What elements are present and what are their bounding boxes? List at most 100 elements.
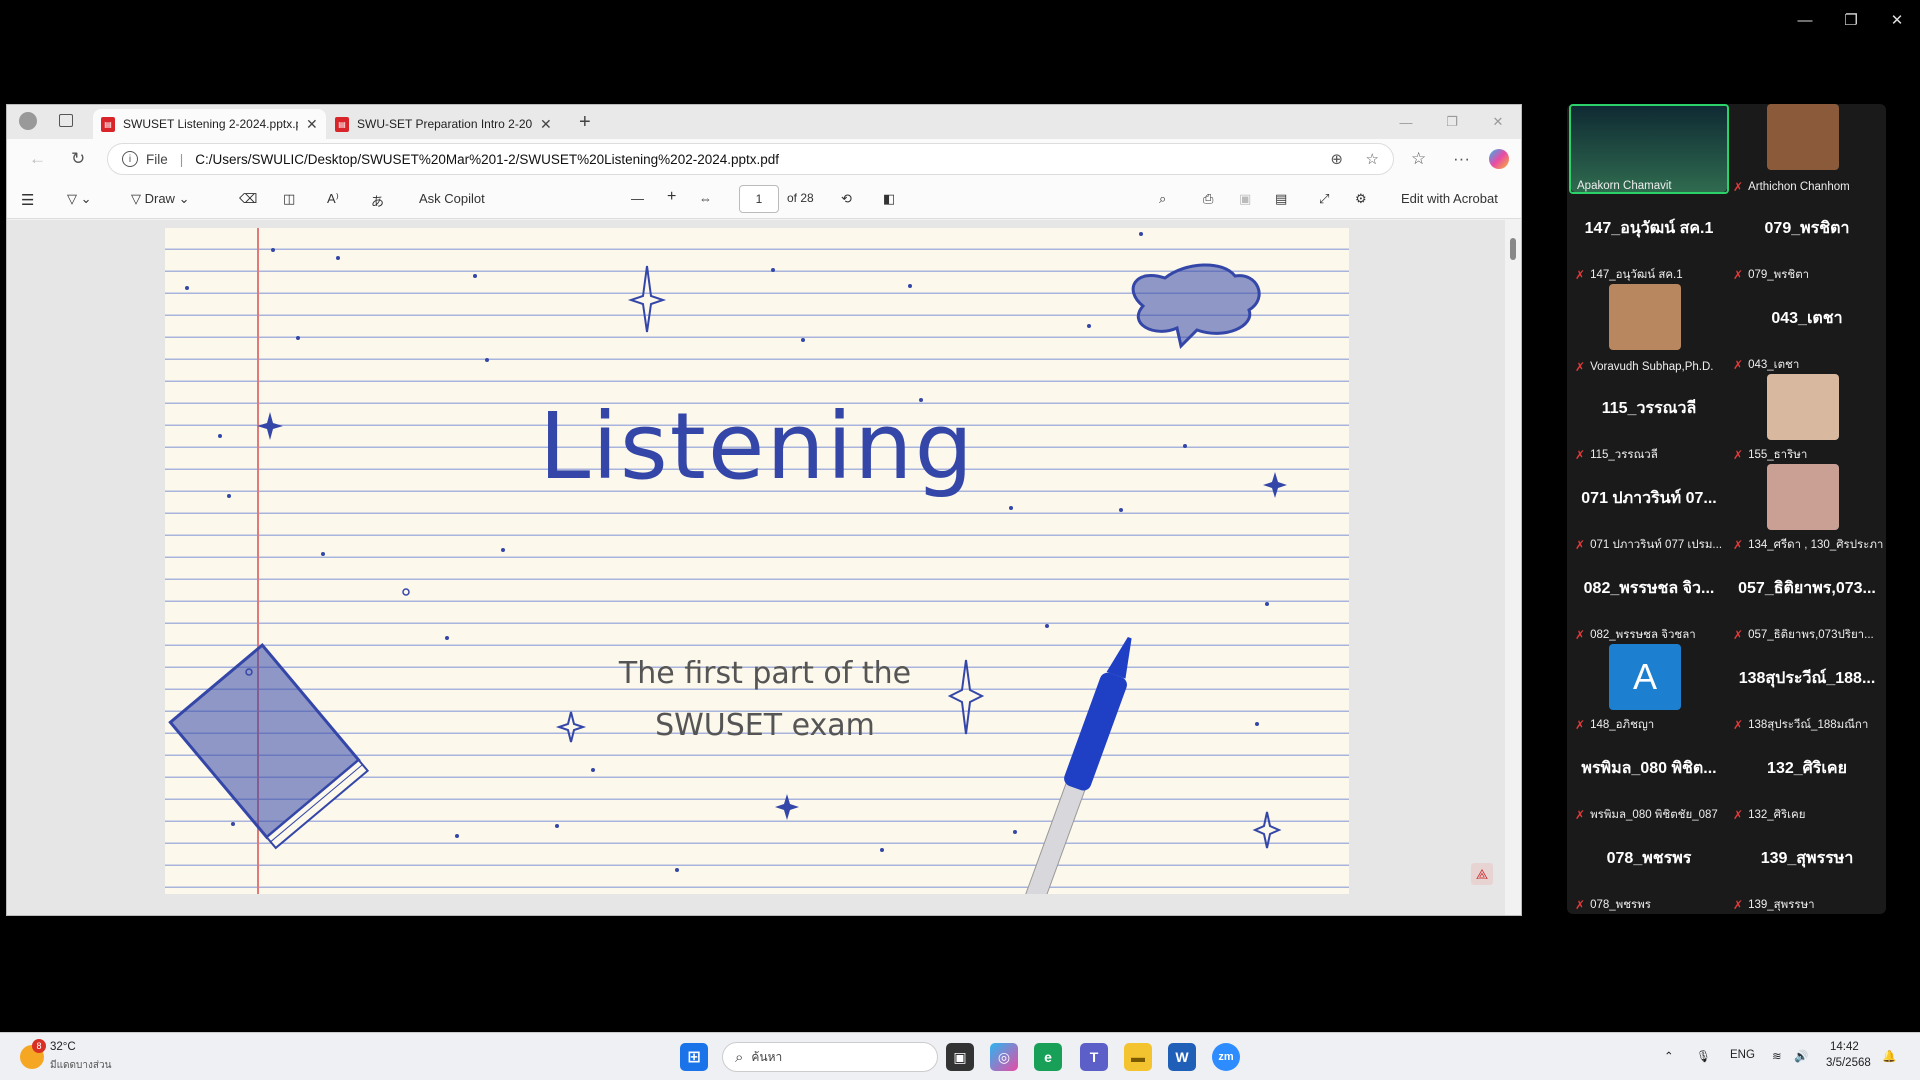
read-aloud-icon[interactable]: A⁾	[327, 191, 339, 207]
highlight-icon[interactable]: ▽ ⌄	[67, 191, 92, 207]
scrollbar[interactable]	[1505, 220, 1521, 915]
ask-copilot-button[interactable]: Ask Copilot	[419, 191, 485, 206]
participant-tile[interactable]: 138สุประวีณ์_188... ✗ 138สุประวีณ์_188มณีก…	[1727, 644, 1887, 734]
page-view-icon[interactable]: ◫	[283, 191, 295, 207]
tab-preparation[interactable]: ▤ SWU-SET Preparation Intro 2-2024 ✕	[327, 109, 560, 139]
two-page-icon[interactable]: ◧	[883, 191, 895, 207]
restore-icon[interactable]: ❐	[1828, 8, 1874, 32]
language-indicator[interactable]: ENG	[1730, 1049, 1755, 1061]
minimize-icon[interactable]: —	[1782, 8, 1828, 32]
participant-tile[interactable]: ✗ 134_ศรีดา , 130_ศิรประภา	[1727, 464, 1887, 554]
scrollbar-thumb[interactable]	[1510, 238, 1516, 260]
copilot-icon[interactable]: ◎	[990, 1043, 1018, 1071]
avatar: A	[1609, 644, 1681, 710]
pdf-viewer[interactable]: Listening The first part of the SWUSET e…	[7, 220, 1521, 915]
muted-mic-icon: ✗	[1575, 718, 1586, 732]
participant-label: ✗ Arthichon Chanhom	[1733, 180, 1850, 194]
start-icon[interactable]: ⊞	[680, 1043, 708, 1071]
participant-tile[interactable]: 147_อนุวัฒน์ สค.1 ✗ 147_อนุวัฒน์ สค.1	[1569, 194, 1729, 284]
search-icon[interactable]: ⌕	[1159, 191, 1166, 207]
participant-label: ✗ 155_ธาริษา	[1733, 446, 1807, 464]
microphone-icon[interactable]: 🎙	[1696, 1049, 1711, 1063]
avatar	[1609, 284, 1681, 350]
close-tab-icon[interactable]: ✕	[540, 116, 552, 133]
translate-icon[interactable]: あ	[371, 191, 384, 210]
fit-width-icon[interactable]: ⇔	[699, 191, 712, 206]
favorites-icon[interactable]: ☆	[1411, 149, 1426, 169]
page-number-input[interactable]: 1	[739, 185, 779, 213]
zoom-in-icon[interactable]: +	[667, 188, 676, 206]
favorite-star-icon[interactable]: ☆	[1366, 150, 1379, 168]
restore-icon[interactable]: ❐	[1429, 105, 1475, 139]
participant-label-text: 057_ธิติยาพร,073ปริยา...	[1748, 629, 1874, 641]
tab-actions-icon[interactable]	[59, 114, 73, 127]
new-tab-icon[interactable]: +	[579, 111, 591, 134]
participant-label: ✗ 148_อภิชญา	[1575, 716, 1654, 734]
teams-icon[interactable]: T	[1080, 1043, 1108, 1071]
show-hidden-icon[interactable]: ⌃	[1664, 1049, 1674, 1063]
address-bar[interactable]: i File | C:/Users/SWULIC/Desktop/SWUSET%…	[107, 143, 1394, 175]
taskbar-search[interactable]: ⌕ ค้นหา	[722, 1042, 938, 1072]
acrobat-icon[interactable]: ⟁	[1471, 863, 1493, 885]
wifi-icon[interactable]: ≋	[1772, 1049, 1782, 1063]
participant-tile[interactable]: 082_พรรษชล จิว... ✗ 082_พรรษชล จิวชลา	[1569, 554, 1729, 644]
copilot-icon[interactable]	[1489, 149, 1509, 169]
participant-tile[interactable]: พรพิมล_080 พิชิต... ✗ พรพิมล_080 พิชิตชัย_…	[1569, 734, 1729, 824]
participant-tile[interactable]: 078_พชรพร ✗ 078_พชรพร	[1569, 824, 1729, 914]
close-icon[interactable]: ✕	[1874, 8, 1920, 32]
info-icon[interactable]: i	[122, 151, 138, 167]
eraser-icon[interactable]: ⌫	[239, 191, 257, 207]
profile-icon[interactable]	[19, 112, 37, 130]
participant-label-text: พรพิมล_080 พิชิตชัย_087	[1590, 809, 1718, 821]
participant-name-large: 138สุประวีณ์_188...	[1738, 670, 1876, 687]
participant-label-text: 138สุประวีณ์_188มณีกา	[1748, 719, 1869, 731]
participant-label: ✗ 138สุประวีณ์_188มณีกา	[1733, 716, 1868, 734]
participant-label-text: 147_อนุวัฒน์ สค.1	[1590, 269, 1683, 281]
more-icon[interactable]: ···	[1453, 149, 1470, 169]
participant-tile[interactable]: Apakorn Chamavit	[1569, 104, 1729, 194]
fullscreen-icon[interactable]: ⤢	[1319, 191, 1329, 207]
draw-button[interactable]: ▽ Draw ⌄	[131, 191, 189, 207]
word-icon[interactable]: W	[1168, 1043, 1196, 1071]
close-icon[interactable]: ✕	[1475, 105, 1521, 139]
taskbar: 8 32°C มีแดดบางส่วน ⊞ ⌕ ค้นหา ▣ ◎ e T ▬ …	[0, 1032, 1920, 1080]
refresh-icon[interactable]: ↻	[71, 149, 85, 169]
address-separator: |	[179, 151, 184, 167]
print-icon[interactable]: ⎙	[1203, 191, 1213, 207]
settings-icon[interactable]: ⚙	[1355, 191, 1367, 207]
subtitle-line-2: SWUSET exam	[655, 708, 875, 743]
zoom-icon[interactable]: ⊕	[1330, 150, 1343, 168]
rotate-icon[interactable]: ⟲	[841, 191, 852, 207]
clock-date[interactable]: 3/5/2568	[1826, 1057, 1871, 1069]
participant-tile[interactable]: 071 ปภาวรินท์ 07... ✗ 071 ปภาวรินท์ 077 เป…	[1569, 464, 1729, 554]
save-as-icon[interactable]: ▤	[1275, 191, 1287, 207]
muted-mic-icon: ✗	[1733, 808, 1744, 822]
participant-tile[interactable]: 079_พรชิตา ✗ 079_พรชิตา	[1727, 194, 1887, 284]
muted-mic-icon: ✗	[1733, 358, 1744, 372]
notification-bell-icon[interactable]: 🔔	[1882, 1049, 1896, 1063]
back-icon[interactable]: ←	[29, 149, 46, 169]
close-tab-icon[interactable]: ✕	[306, 116, 318, 133]
tab-listening[interactable]: ▤ SWUSET Listening 2-2024.pptx.pdf ✕	[93, 109, 326, 139]
pdf-toolbar: ☰ ▽ ⌄ ▽ Draw ⌄ ⌫ ◫ A⁾ あ Ask Copilot — + …	[7, 179, 1521, 219]
save-icon[interactable]: ▣	[1239, 191, 1251, 207]
volume-icon[interactable]: 🔊	[1794, 1049, 1808, 1063]
clock-time[interactable]: 14:42	[1830, 1041, 1859, 1053]
zoom-out-icon[interactable]: —	[631, 191, 644, 206]
participant-tile[interactable]: 139_สุพรรษา ✗ 139_สุพรรษา	[1727, 824, 1887, 914]
file-explorer-icon[interactable]: ▬	[1124, 1043, 1152, 1071]
participant-tile[interactable]: ✗ 155_ธาริษา	[1727, 374, 1887, 464]
minimize-icon[interactable]: —	[1383, 105, 1429, 139]
task-view-icon[interactable]: ▣	[946, 1043, 974, 1071]
participant-tile[interactable]: ✗ Arthichon Chanhom	[1727, 104, 1887, 194]
participant-tile[interactable]: 132_ศิริเคย ✗ 132_ศิริเคย	[1727, 734, 1887, 824]
participant-tile[interactable]: ✗ Voravudh Subhap,Ph.D.	[1569, 284, 1729, 374]
participant-tile[interactable]: 057_ธิติยาพร,073... ✗ 057_ธิติยาพร,073ปริย…	[1727, 554, 1887, 644]
participant-tile[interactable]: 115_วรรณวลี ✗ 115_วรรณวลี	[1569, 374, 1729, 464]
participant-tile[interactable]: 043_เตชา ✗ 043_เตชา	[1727, 284, 1887, 374]
zoom-app-icon[interactable]: zm	[1212, 1043, 1240, 1071]
edge-icon[interactable]: e	[1034, 1043, 1062, 1071]
edit-with-acrobat-button[interactable]: Edit with Acrobat	[1401, 191, 1498, 206]
participant-tile[interactable]: A ✗ 148_อภิชญา	[1569, 644, 1729, 734]
contents-icon[interactable]: ☰	[21, 191, 34, 209]
